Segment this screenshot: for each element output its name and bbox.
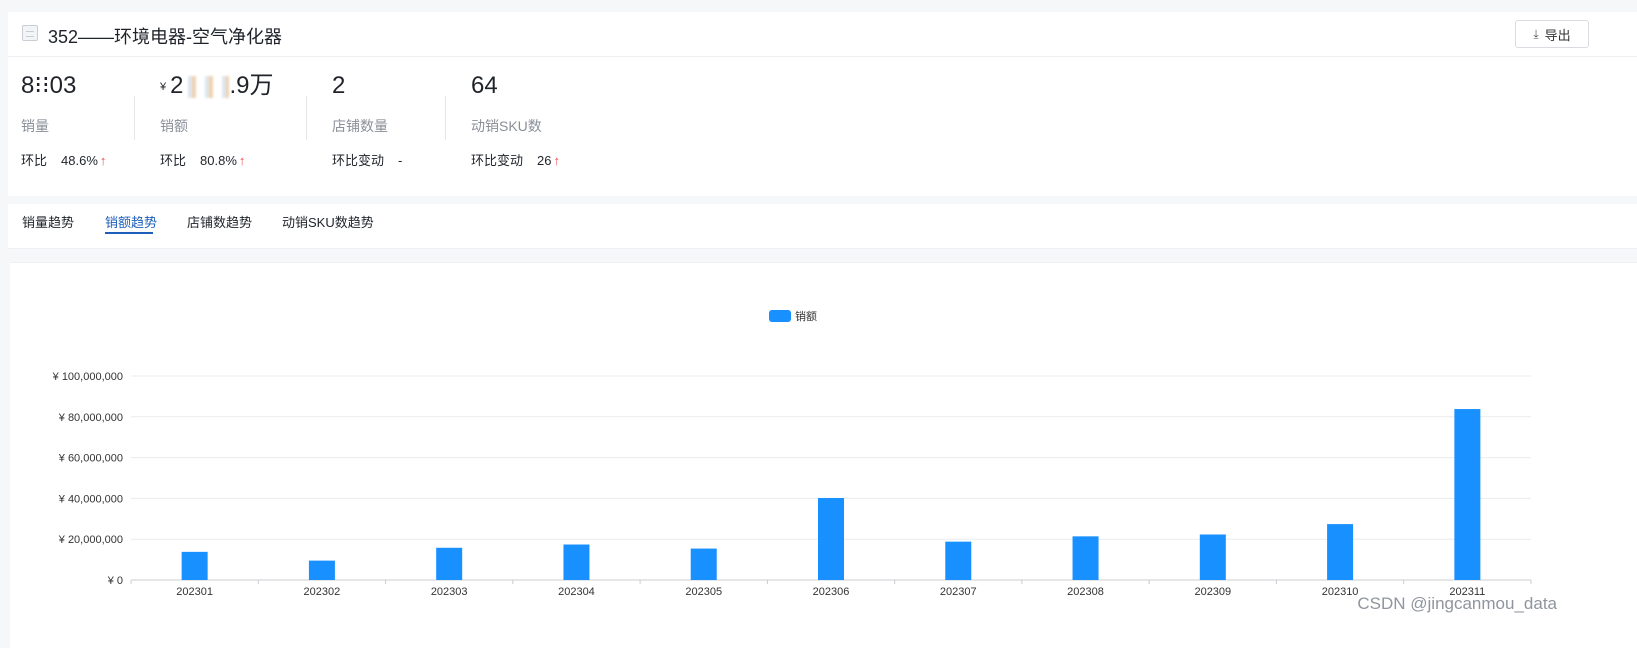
x-tick-label: 202301: [176, 586, 213, 598]
metric-compare: 环比 48.6% ↑: [21, 150, 106, 169]
header-row: 352——环境电器-空气净化器 ⤓ 导出: [8, 12, 1637, 57]
compare-value: 26: [537, 153, 552, 168]
bar: [818, 497, 844, 580]
x-tick-label: 202307: [940, 586, 977, 598]
metric-label: 动销SKU数: [471, 118, 542, 134]
export-button[interactable]: ⤓ 导出: [1515, 20, 1589, 48]
trend-up-icon: ↑: [99, 153, 107, 168]
metric-value: 8⁝⁝03: [21, 72, 77, 99]
divider: [134, 96, 135, 140]
currency-symbol: ¥: [160, 80, 167, 93]
page-title: 352——环境电器-空气净化器: [48, 27, 283, 47]
active-tab-indicator: [105, 232, 153, 234]
x-tick-label: 202310: [1322, 586, 1359, 598]
x-tick-label: 202303: [431, 586, 468, 598]
compare-value: -: [398, 153, 403, 168]
metric-sales-volume: 8⁝⁝03 销量 环比 48.6% ↑: [21, 70, 106, 169]
bar: [945, 541, 972, 580]
trend-up-icon: ↑: [238, 153, 246, 168]
y-tick-label: ¥ 100,000,000: [52, 371, 123, 383]
legend-label: 销额: [795, 309, 817, 323]
redacted-mask: [183, 75, 230, 98]
metric-compare: 环比变动 26 ↑: [471, 150, 560, 169]
x-tick-label: 202308: [1067, 586, 1104, 598]
divider: [306, 96, 307, 140]
y-tick-label: ¥ 20,000,000: [58, 534, 123, 546]
metric-store-count: 2 店铺数量 环比变动 -: [332, 70, 402, 169]
bar: [181, 551, 208, 580]
tab-sales-amount-trend[interactable]: 销额趋势: [105, 212, 157, 231]
metric-active-sku: 64 动销SKU数 环比变动 26 ↑: [471, 70, 560, 169]
tab-store-count-trend[interactable]: 店铺数趋势: [187, 212, 252, 231]
bar: [1454, 409, 1481, 580]
summary-panel: 352——环境电器-空气净化器 ⤓ 导出 8⁝⁝03 销量 环比 48.6% ↑ ¥…: [8, 12, 1637, 196]
bar: [308, 560, 335, 580]
download-icon: ⤓: [1533, 26, 1539, 41]
trend-up-icon: ↑: [553, 153, 560, 168]
bar: [1072, 536, 1099, 580]
compare-key: 环比: [160, 153, 187, 168]
compare-key: 环比变动: [332, 153, 385, 168]
legend-swatch: [769, 310, 791, 322]
x-tick-label: 202305: [685, 586, 722, 598]
compare-key: 环比变动: [471, 153, 524, 168]
compare-value: 48.6%: [61, 153, 98, 168]
bar: [690, 548, 717, 580]
y-tick-label: ¥ 80,000,000: [58, 412, 123, 424]
category-icon: [22, 25, 38, 41]
x-tick-label: 202309: [1194, 586, 1231, 598]
y-tick-label: ¥ 0: [107, 575, 123, 587]
y-tick-label: ¥ 40,000,000: [58, 493, 123, 505]
chart-panel: ¥ 0 ¥ 20,000,000 ¥ 40,000,000 ¥ 60,000,000 ¥…: [10, 262, 1637, 648]
metric-label: 销额: [160, 118, 188, 134]
divider: [445, 96, 446, 140]
metric-compare: 环比变动 -: [332, 150, 402, 169]
watermark: CSDN @jingcanmou_data: [1357, 594, 1557, 613]
x-tick-label: 202304: [558, 586, 595, 598]
metric-label: 销量: [21, 118, 49, 134]
bar: [436, 547, 463, 580]
export-label: 导出: [1544, 27, 1571, 43]
y-tick-label: ¥ 60,000,000: [58, 453, 123, 465]
metric-label: 店铺数量: [332, 118, 388, 134]
bar: [1199, 534, 1226, 580]
metric-value: 64: [471, 72, 498, 99]
metric-value: ¥2.9万: [160, 72, 274, 99]
metric-sales-amount: ¥2.9万 销额 环比 80.8% ↑: [160, 70, 274, 169]
bar: [1327, 524, 1354, 580]
tab-sales-volume-trend[interactable]: 销量趋势: [22, 212, 74, 231]
metric-compare: 环比 80.8% ↑: [160, 150, 274, 169]
x-tick-label: 202302: [304, 586, 341, 598]
x-tick-label: 202306: [813, 586, 850, 598]
bar: [563, 544, 590, 580]
tab-active-sku-trend[interactable]: 动销SKU数趋势: [282, 212, 374, 231]
compare-key: 环比: [21, 153, 48, 168]
trend-tabs: 销量趋势 销额趋势 店铺数趋势 动销SKU数趋势: [8, 204, 1637, 249]
metric-value: 2: [332, 72, 346, 99]
sales-amount-chart: ¥ 0 ¥ 20,000,000 ¥ 40,000,000 ¥ 60,000,000 ¥…: [52, 309, 1532, 598]
compare-value: 80.8%: [200, 153, 237, 168]
